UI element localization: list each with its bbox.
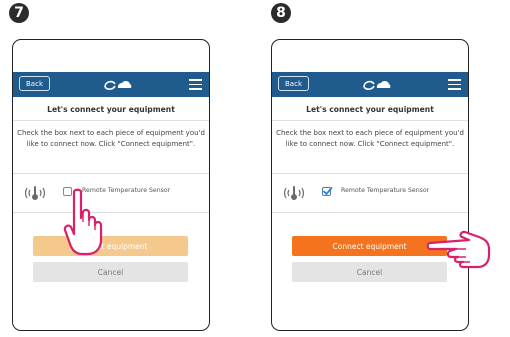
equipment-checkbox[interactable] (63, 187, 72, 196)
back-button[interactable]: Back (19, 76, 50, 91)
step-number-badge: 8 (271, 3, 291, 23)
checkmark-icon (323, 187, 333, 195)
cancel-button[interactable]: Cancel (292, 262, 447, 282)
instruction-text: Check the box next to each piece of equi… (17, 129, 205, 148)
hamburger-menu-icon[interactable] (448, 79, 461, 90)
back-button[interactable]: Back (278, 76, 309, 91)
wireless-sensor-icon (283, 186, 305, 200)
wireless-sensor-icon (24, 186, 46, 200)
hamburger-menu-icon[interactable] (189, 79, 202, 90)
app-header: Back (13, 72, 209, 97)
equipment-checkbox[interactable] (322, 187, 333, 196)
page-title: Let's connect your equipment (306, 105, 434, 114)
divider (13, 120, 209, 121)
cancel-button[interactable]: Cancel (33, 262, 188, 282)
connect-equipment-button[interactable]: Connect equipment (33, 236, 188, 256)
cloud-logo-icon (104, 80, 132, 90)
equipment-row: Remote Temperature Sensor (272, 173, 468, 213)
equipment-label: Remote Temperature Sensor (341, 187, 430, 194)
instruction-text: Check the box next to each piece of equi… (276, 129, 464, 148)
equipment-row: Remote Temperature Sensor (13, 173, 209, 213)
app-header: Back (272, 72, 468, 97)
cloud-logo-icon (363, 80, 391, 90)
connect-equipment-button[interactable]: Connect equipment (292, 236, 447, 256)
step-number-badge: 7 (9, 3, 29, 23)
phone-screen-step-7: Back Let's connect your equipment Check … (12, 39, 210, 331)
phone-screen-step-8: Back Let's connect your equipment Check … (271, 39, 469, 331)
page-title: Let's connect your equipment (47, 105, 175, 114)
divider (272, 120, 468, 121)
equipment-label: Remote Temperature Sensor (82, 187, 171, 194)
